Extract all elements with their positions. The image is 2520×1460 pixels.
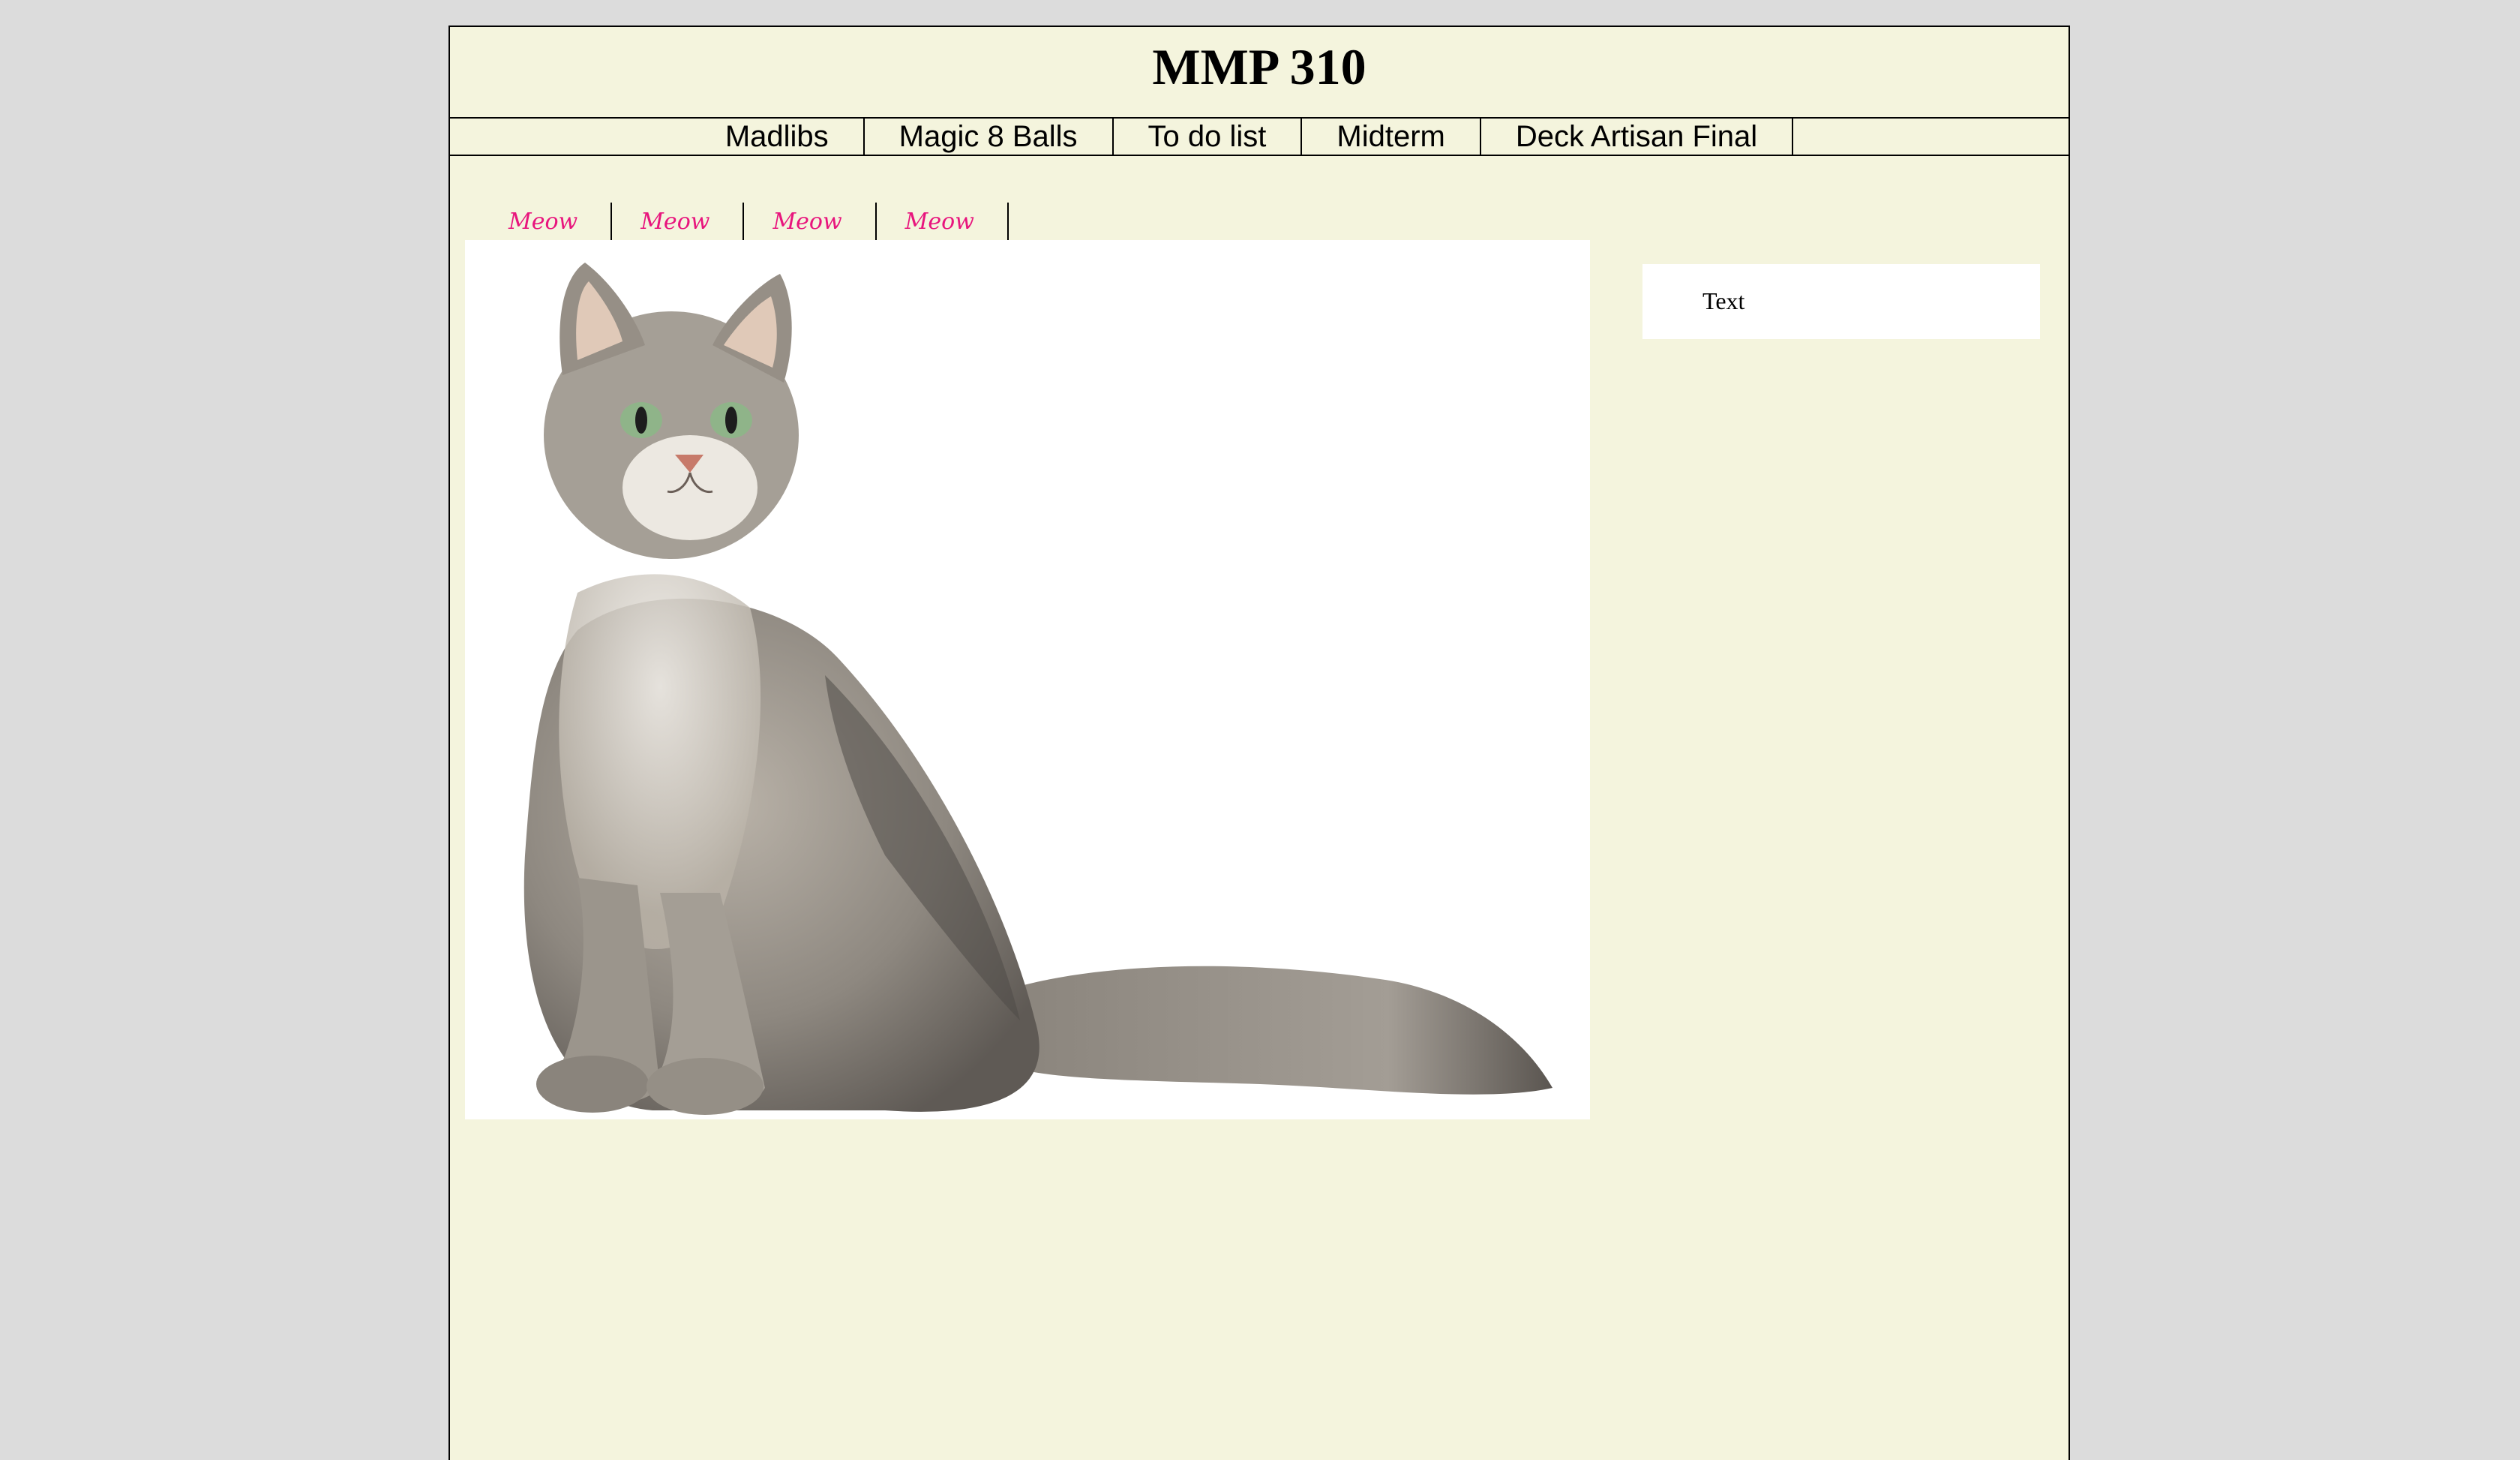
nav-link-midterm[interactable]: Midterm — [1302, 119, 1481, 155]
nav-link-deck-artisan-final[interactable]: Deck Artisan Final — [1481, 119, 1794, 155]
sub-nav-link-meow-2[interactable]: Meow — [612, 203, 745, 242]
sidebar-text-box: Text — [1642, 264, 2040, 339]
nav-link-madlibs[interactable]: Madlibs — [725, 119, 865, 155]
sub-nav: Meow Meow Meow Meow — [450, 203, 1009, 242]
page-title: MMP 310 — [1152, 38, 1366, 95]
sidebar-text: Text — [1702, 287, 1745, 314]
cat-photo — [465, 240, 1590, 1119]
page-container: MMP 310 Madlibs Magic 8 Balls To do list… — [448, 26, 2070, 1460]
cat-illustration — [524, 263, 1552, 1115]
nav-link-magic-8-balls[interactable]: Magic 8 Balls — [865, 119, 1114, 155]
sub-nav-link-meow-4[interactable]: Meow — [877, 203, 1009, 242]
sub-nav-link-meow-1[interactable]: Meow — [480, 203, 613, 242]
main-nav: Madlibs Magic 8 Balls To do list Midterm… — [450, 117, 2068, 156]
sub-nav-link-meow-3[interactable]: Meow — [744, 203, 877, 242]
nav-link-to-do-list[interactable]: To do list — [1114, 119, 1303, 155]
